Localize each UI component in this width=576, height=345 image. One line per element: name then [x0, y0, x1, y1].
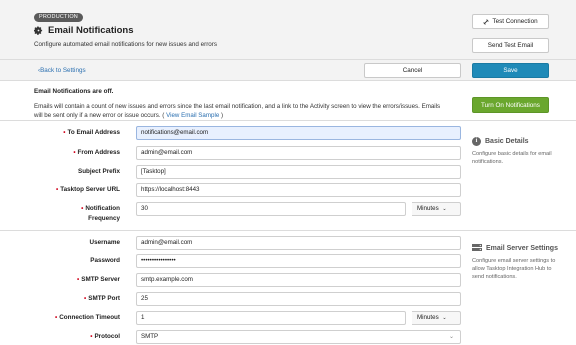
timeout-unit-value: Minutes — [417, 314, 439, 321]
from-address-input[interactable]: admin@email.com — [136, 146, 461, 160]
notifications-description: Emails will contain a count of new issue… — [34, 102, 446, 120]
subject-prefix-row: Subject Prefix [Tasktop] — [0, 165, 462, 179]
notification-frequency-label: • Notification Frequency — [81, 204, 120, 222]
cancel-button[interactable]: Cancel — [364, 63, 461, 78]
basic-details-description: Configure basic details for email notifi… — [472, 151, 552, 165]
required-marker: • — [56, 186, 59, 193]
notification-frequency-label-line2: Frequency — [88, 215, 120, 222]
frequency-unit-value: Minutes — [417, 205, 439, 212]
protocol-value: SMTP — [141, 333, 159, 340]
smtp-port-row: • SMTP Port 25 — [0, 292, 462, 306]
gear-icon — [34, 26, 43, 35]
email-server-title: Email Server Settings — [486, 244, 558, 252]
section-divider — [0, 120, 576, 121]
smtp-server-label: • SMTP Server — [77, 273, 120, 287]
email-server-description: Configure email server settings to allow… — [472, 258, 556, 280]
smtp-server-row: • SMTP Server smtp.example.com — [0, 273, 462, 287]
protocol-select[interactable]: SMTP ⌄ — [136, 330, 461, 344]
save-button[interactable]: Save — [472, 63, 549, 78]
test-connection-label: Test Connection — [492, 18, 538, 25]
required-marker: • — [77, 276, 80, 283]
email-server-heading: Email Server Settings — [472, 244, 558, 252]
back-to-settings-link[interactable]: ‹Back to Settings — [38, 67, 86, 74]
password-input[interactable]: •••••••••••••••• — [136, 254, 461, 268]
chevron-down-icon: ⌄ — [448, 334, 454, 340]
to-email-label: • To Email Address — [63, 126, 120, 140]
required-marker: • — [73, 149, 76, 156]
notifications-description-text: Emails will contain a count of new issue… — [34, 103, 441, 119]
page-title-text: Email Notifications — [48, 25, 134, 36]
required-marker: • — [81, 205, 84, 212]
connection-timeout-label-text: Connection Timeout — [59, 314, 120, 321]
notification-frequency-row: • Notification Frequency 30 Minutes ⌄ — [0, 202, 462, 222]
environment-badge: PRODUCTION — [34, 13, 83, 22]
notification-frequency-label-line1: Notification — [85, 205, 120, 212]
connection-timeout-row: • Connection Timeout 1 Minutes ⌄ — [0, 311, 462, 325]
to-email-input[interactable]: notifications@email.com — [136, 126, 461, 140]
required-marker: • — [55, 314, 58, 321]
connection-timeout-input[interactable]: 1 — [136, 311, 406, 325]
username-label: Username — [89, 239, 120, 246]
info-icon: i — [472, 137, 481, 146]
protocol-row: • Protocol SMTP ⌄ — [0, 330, 462, 344]
to-email-row: • To Email Address notifications@email.co… — [0, 126, 462, 140]
page-title: Email Notifications — [34, 25, 134, 36]
server-icon — [472, 244, 482, 251]
from-address-label: • From Address — [73, 146, 120, 160]
from-address-row: • From Address admin@email.com — [0, 146, 462, 160]
smtp-port-input[interactable]: 25 — [136, 292, 461, 306]
connection-timeout-label: • Connection Timeout — [55, 311, 120, 325]
server-url-input[interactable]: https://localhost:8443 — [136, 183, 461, 197]
username-input[interactable]: admin@email.com — [136, 236, 461, 250]
timeout-unit-select[interactable]: Minutes ⌄ — [412, 311, 461, 325]
username-row: Username admin@email.com — [0, 236, 462, 250]
password-row: Password •••••••••••••••• — [0, 254, 462, 268]
required-marker: • — [90, 333, 93, 340]
test-connection-button[interactable]: Test Connection — [472, 14, 549, 29]
from-address-label-text: From Address — [77, 149, 120, 156]
frequency-unit-select[interactable]: Minutes ⌄ — [412, 202, 461, 216]
basic-details-title: Basic Details — [485, 138, 529, 145]
required-marker: • — [63, 129, 66, 136]
plug-icon — [483, 18, 490, 25]
smtp-port-label: • SMTP Port — [84, 292, 120, 306]
server-url-row: • Tasktop Server URL https://localhost:84… — [0, 183, 462, 197]
page-subtitle: Configure automated email notifications … — [34, 41, 218, 48]
chevron-down-icon: ⌄ — [442, 206, 447, 212]
subject-prefix-label: Subject Prefix — [78, 168, 120, 175]
section-divider — [0, 230, 576, 231]
to-email-label-text: To Email Address — [67, 129, 121, 136]
send-test-email-button[interactable]: Send Test Email — [472, 38, 549, 53]
notifications-off-title: Email Notifications are off. — [34, 88, 114, 95]
required-marker: • — [84, 295, 87, 302]
basic-details-heading: i Basic Details — [472, 137, 529, 146]
server-url-label-text: Tasktop Server URL — [60, 186, 120, 193]
notifications-description-end: ) — [221, 112, 224, 119]
smtp-server-input[interactable]: smtp.example.com — [136, 273, 461, 287]
smtp-port-label-text: SMTP Port — [88, 295, 120, 302]
server-url-label: • Tasktop Server URL — [56, 183, 120, 197]
back-to-settings-label: Back to Settings — [40, 67, 86, 74]
view-email-sample-link[interactable]: View Email Sample — [166, 112, 219, 119]
subject-prefix-input[interactable]: [Tasktop] — [136, 165, 461, 179]
password-label: Password — [90, 257, 120, 264]
turn-on-notifications-button[interactable]: Turn On Notifications — [472, 97, 549, 113]
notification-frequency-input[interactable]: 30 — [136, 202, 406, 216]
chevron-down-icon: ⌄ — [442, 315, 447, 321]
smtp-server-label-text: SMTP Server — [81, 276, 120, 283]
protocol-label: • Protocol — [90, 330, 120, 344]
protocol-label-text: Protocol — [94, 333, 120, 340]
